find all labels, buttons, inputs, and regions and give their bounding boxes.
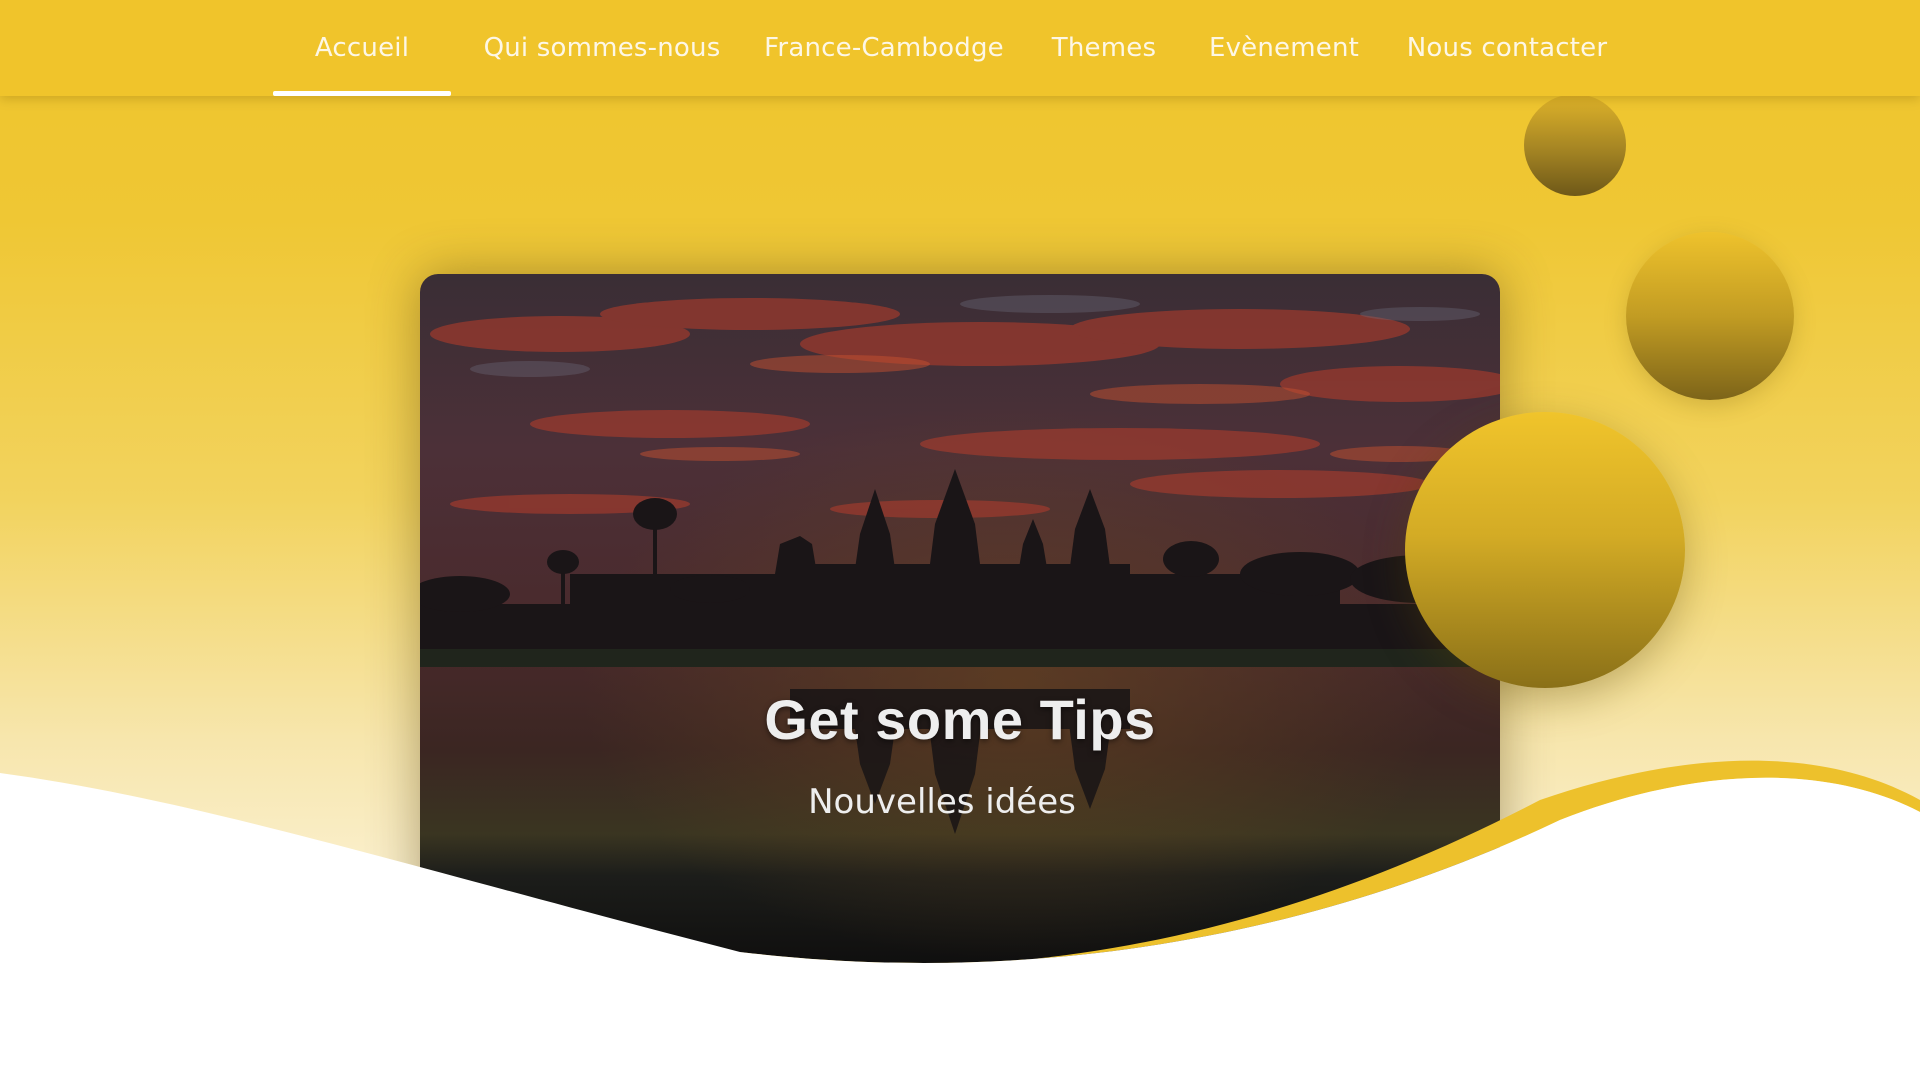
nav-item-nous-contacter[interactable]: Nous contacter xyxy=(1407,0,1607,96)
nav-item-label: Nous contacter xyxy=(1406,33,1608,63)
nav-item-france-cambodge[interactable]: France-Cambodge xyxy=(764,0,1003,96)
nav-item-label: Evènement xyxy=(1208,33,1360,63)
main-navbar: Accueil Qui sommes-nous France-Cambodge … xyxy=(0,0,1920,96)
nav-item-label: France-Cambodge xyxy=(764,33,1004,63)
nav-item-label: Qui sommes-nous xyxy=(483,33,721,63)
nav-item-qui-sommes-nous[interactable]: Qui sommes-nous xyxy=(484,0,721,96)
decorative-bubble-medium xyxy=(1626,232,1794,400)
nav-item-evenement[interactable]: Evènement xyxy=(1208,0,1360,96)
wave-divider xyxy=(0,760,1920,1080)
nav-item-label: Accueil xyxy=(314,33,410,63)
nav-item-accueil[interactable]: Accueil xyxy=(273,0,451,96)
nav-item-label: Themes xyxy=(1051,33,1157,63)
decorative-bubble-large xyxy=(1405,412,1685,688)
nav-item-themes[interactable]: Themes xyxy=(1052,0,1156,96)
decorative-bubble-small xyxy=(1524,94,1626,196)
